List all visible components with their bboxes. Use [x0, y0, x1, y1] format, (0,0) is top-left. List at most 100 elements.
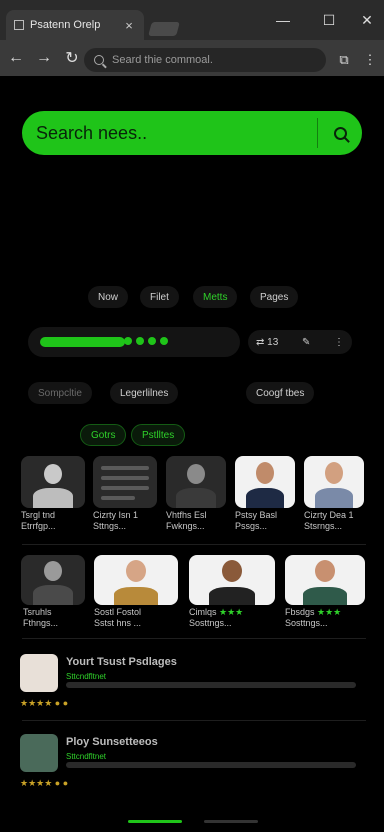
profile-card[interactable]: Fbsdgs ★★★ Sosttngs... — [285, 555, 365, 633]
avatar — [21, 456, 85, 508]
minimize-button[interactable]: — — [270, 10, 296, 30]
list-thumbnail — [20, 734, 58, 772]
text-lines — [101, 466, 149, 506]
address-bar[interactable]: Seard thie commoal. — [84, 48, 326, 72]
tab-metts[interactable]: Metts — [193, 286, 238, 308]
pill-coogf-tbes[interactable]: Coogf tbes — [246, 382, 315, 404]
reload-icon[interactable]: ↻ — [60, 46, 84, 70]
search-bar[interactable]: Search nees.. — [22, 111, 362, 155]
page-indicator — [204, 820, 258, 823]
step-dot — [148, 337, 156, 345]
step-dots — [124, 337, 168, 345]
divider — [22, 544, 366, 545]
list-item[interactable]: Ploy Sunsetteeos Sttcndfltnet ★★★★ ● ● — [20, 734, 364, 794]
profile-card[interactable]: Sostl Fostol Sstst hns ... — [94, 555, 178, 633]
more-icon[interactable]: ⋮ — [334, 337, 344, 348]
address-text: Seard thie commoal. — [112, 54, 213, 66]
avatar — [304, 456, 364, 508]
avatar-head — [325, 462, 343, 484]
profile-card[interactable]: Tsrgl tnd Etrrfgp... — [21, 456, 85, 536]
search-icon — [94, 55, 104, 65]
avatar-body — [33, 585, 73, 605]
card-title: Cizrty Dea 1 Stsrngs... — [304, 510, 354, 531]
step-dot — [136, 337, 144, 345]
browser-tab[interactable]: Psatenn Orelp × — [6, 10, 144, 40]
tab-pages[interactable]: Pages — [250, 286, 299, 308]
pill-sompcltie[interactable]: Sompcltie — [28, 382, 92, 404]
list-title: Yourt Tsust Psdlages — [66, 656, 177, 668]
avatar-body — [33, 488, 73, 508]
list-subtitle: Sttcndfltnet — [66, 672, 107, 681]
list-description — [66, 762, 356, 768]
divider — [22, 720, 366, 721]
profile-card[interactable]: Cimlqs ★★★ Sosttngs... — [189, 555, 275, 633]
profile-card[interactable]: Vhtfhs Esl Fwkngs... — [166, 456, 226, 536]
list-subtitle: Sttcndfltnet — [66, 752, 107, 761]
pill-legerlilnes[interactable]: Legerlilnes — [110, 382, 179, 404]
card-title: Fbsdgs ★★★ Sosttngs... — [285, 607, 342, 628]
menu-kebab-icon[interactable]: ⋮ — [360, 50, 380, 70]
tab-filet[interactable]: Filet — [140, 286, 179, 308]
count-value: 13 — [267, 336, 279, 348]
avatar — [235, 456, 295, 508]
profile-card[interactable]: Pstsy Basl Pssgs... — [235, 456, 295, 536]
tab-title: Psatenn Orelp — [30, 19, 101, 31]
avatar-head — [126, 560, 146, 582]
avatar-head — [187, 464, 205, 484]
list-rating: ★★★★ ● ● — [20, 698, 69, 708]
favicon-icon — [14, 20, 24, 30]
page-indicator-active — [128, 820, 182, 823]
avatar — [21, 555, 85, 605]
action-group: ⇄ 13 ✎ ⋮ — [248, 330, 352, 354]
pill-gotrs[interactable]: Gotrs — [80, 424, 127, 446]
browser-chrome: Psatenn Orelp × — ☐ ✕ ← → ↻ Seard thie c… — [0, 0, 384, 76]
avatar-body — [303, 587, 347, 605]
step-dot — [160, 337, 168, 345]
back-icon[interactable]: ← — [4, 46, 28, 70]
avatar — [285, 555, 365, 605]
pill-pstlltes[interactable]: Pstlltes — [131, 424, 186, 446]
list-item[interactable]: Yourt Tsust Psdlages Sttcndfltnet ★★★★ ●… — [20, 654, 364, 714]
maximize-button[interactable]: ☐ — [316, 10, 342, 30]
extensions-icon[interactable]: ⧉ — [334, 50, 354, 70]
profile-card[interactable]: Tsruhls Fthngs... — [21, 555, 85, 633]
avatar-head — [44, 561, 62, 581]
card-title: Tsruhls Fthngs... — [23, 607, 59, 628]
avatar-head — [222, 560, 242, 582]
text-thumbnail — [93, 456, 157, 508]
list-title: Ploy Sunsetteeos — [66, 736, 158, 748]
edit-icon[interactable]: ✎ — [302, 337, 310, 348]
avatar-head — [256, 462, 274, 484]
avatar — [189, 555, 275, 605]
new-tab-button[interactable] — [148, 22, 180, 36]
card-title: Cizrty Isn 1 Sttngs... — [93, 510, 139, 531]
avatar-body — [315, 488, 353, 508]
list-rating: ★★★★ ● ● — [20, 778, 69, 788]
card-title: Sostl Fostol Sstst hns ... — [94, 607, 142, 628]
progress-panel — [28, 327, 240, 357]
profile-card[interactable]: Cizrty Isn 1 Sttngs... — [93, 456, 157, 536]
tab-now[interactable]: Now — [88, 286, 129, 308]
avatar-body — [176, 488, 216, 508]
card-title: Cimlqs ★★★ Sosttngs... — [189, 607, 244, 628]
divider — [22, 638, 366, 639]
avatar — [166, 456, 226, 508]
forward-icon[interactable]: → — [32, 46, 56, 70]
profile-card[interactable]: Cizrty Dea 1 Stsrngs... — [304, 456, 364, 536]
search-icon — [333, 126, 347, 140]
tab-close-button[interactable]: × — [122, 18, 136, 33]
card-title: Tsrgl tnd Etrrfgp... — [21, 510, 56, 531]
progress-bar — [40, 337, 125, 347]
tab-strip: Psatenn Orelp × — ☐ ✕ — [0, 0, 384, 40]
avatar-head — [315, 560, 335, 582]
search-input[interactable]: Search nees.. — [36, 123, 317, 144]
list-description — [66, 682, 356, 688]
avatar — [94, 555, 178, 605]
step-dot — [124, 337, 132, 345]
card-title: Pstsy Basl Pssgs... — [235, 510, 278, 531]
window-close-button[interactable]: ✕ — [354, 10, 380, 30]
shuffle-icon: ⇄ — [256, 336, 265, 348]
avatar-body — [246, 488, 284, 508]
count-indicator[interactable]: ⇄ 13 — [256, 337, 278, 348]
search-button[interactable] — [318, 111, 362, 155]
